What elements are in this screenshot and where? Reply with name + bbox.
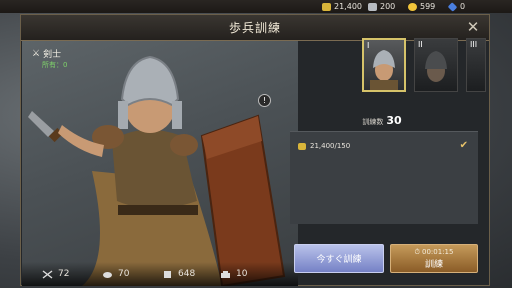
resource-iron[interactable]: 200 — [368, 0, 395, 13]
unit-name: 剣士 — [43, 50, 62, 60]
tier-1-card[interactable]: I — [362, 38, 406, 92]
close-button[interactable]: ✕ — [465, 19, 481, 35]
load-icon — [221, 270, 230, 278]
attack-swords-icon — [42, 269, 53, 279]
gold-medal-icon — [408, 2, 417, 11]
swordsman-illustration — [28, 55, 286, 286]
resource-medal-value: 599 — [420, 2, 436, 11]
resource-medal[interactable]: 599 — [408, 0, 435, 13]
tier-2-card[interactable]: II — [414, 38, 458, 92]
info-icon[interactable]: ! — [258, 94, 271, 107]
instant-train-label: 今すぐ訓練 — [316, 255, 362, 265]
wood-icon — [164, 270, 171, 278]
cost-gold-value: 21,400/150 — [310, 142, 351, 150]
unit-artwork: ⚔ 剣士 所有：0 ! 72 70 648 10 — [22, 41, 298, 286]
instant-train-button[interactable]: 今すぐ訓練 — [294, 244, 384, 273]
clock-icon: ⏱ — [414, 247, 420, 256]
train-button[interactable]: ⏱ 00:01:15 訓練 — [390, 244, 478, 273]
tier-3-label: III — [470, 40, 478, 49]
stat-food-value: 70 — [118, 269, 130, 279]
stat-attack-value: 72 — [58, 269, 70, 279]
swordsman-portrait — [370, 50, 398, 90]
resource-iron-value: 200 — [380, 2, 396, 11]
train-count: 訓練数 30 — [322, 114, 442, 127]
sword-icon: ⚔ — [32, 48, 41, 59]
train-count-value: 30 — [386, 114, 402, 127]
blue-gem-icon — [447, 1, 458, 12]
resource-gem-value: 0 — [460, 2, 466, 11]
unit-stats-bar: 72 70 648 10 — [22, 262, 298, 286]
train-label: 訓練 — [424, 259, 443, 270]
stat-attack: 72 — [42, 269, 69, 279]
cost-panel: 21,400/150 ✔ — [290, 131, 478, 224]
cost-row-gold: 21,400/150 — [298, 142, 350, 150]
resource-gold[interactable]: 21,400 — [322, 0, 362, 13]
train-timer: ⏱ 00:01:15 — [415, 248, 454, 257]
stat-wood: 648 — [162, 269, 195, 279]
checkmark-icon: ✔ — [459, 140, 468, 151]
resource-gem[interactable]: 0 — [447, 0, 466, 13]
resource-gold-value: 21,400 — [334, 2, 362, 11]
gold-coins-icon — [298, 142, 306, 150]
food-icon — [103, 271, 112, 278]
unit-title: ⚔ 剣士 — [32, 47, 62, 61]
train-count-label: 訓練数 — [362, 118, 384, 126]
window-title: 歩兵訓練 — [228, 21, 281, 35]
iron-icon — [368, 2, 377, 11]
train-time-value: 00:01:15 — [422, 248, 454, 256]
tier-3-card[interactable]: III — [466, 38, 486, 92]
gold-coins-icon — [322, 2, 331, 11]
tier-2-label: II — [418, 40, 423, 49]
close-icon: ✕ — [466, 18, 480, 36]
stat-load: 10 — [220, 269, 247, 279]
stat-load-value: 10 — [236, 269, 248, 279]
resource-bar: 21,400 200 599 0 — [0, 0, 512, 13]
stat-food: 70 — [102, 269, 129, 279]
tier-1-label: I — [367, 41, 370, 50]
owned-count: 所有：0 — [42, 61, 68, 69]
stat-wood-value: 648 — [178, 269, 196, 279]
